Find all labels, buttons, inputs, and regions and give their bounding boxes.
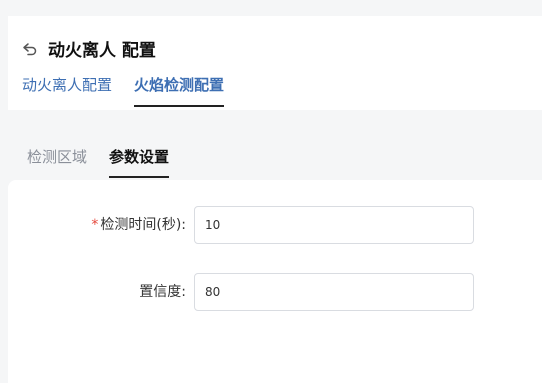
tab-fire-leave-config[interactable]: 动火离人配置 [22, 74, 112, 107]
page: 动火离人 配置 动火离人配置 火焰检测配置 检测区域 参数设置 * 检测时间(秒)… [0, 0, 542, 383]
detection-time-input[interactable]: 10 [194, 206, 474, 244]
undo-arrow-icon[interactable] [22, 41, 38, 57]
sub-tabs: 检测区域 参数设置 [27, 146, 191, 178]
settings-card: * 检测时间(秒): 10 置信度: 80 [8, 180, 542, 383]
header: 动火离人 配置 动火离人配置 火焰检测配置 [8, 16, 542, 110]
title-row: 动火离人 配置 [22, 36, 156, 61]
detection-time-label: * 检测时间(秒): [91, 206, 186, 244]
tab-flame-detection-config[interactable]: 火焰检测配置 [134, 74, 225, 107]
required-mark: * [91, 217, 99, 233]
form-row-confidence: 置信度: 80 [8, 273, 542, 311]
tab-detection-area[interactable]: 检测区域 [27, 146, 87, 178]
main-tabs: 动火离人配置 火焰检测配置 [22, 74, 246, 107]
page-title: 动火离人 配置 [48, 41, 156, 61]
confidence-input[interactable]: 80 [194, 273, 474, 311]
form-row-detection-time: * 检测时间(秒): 10 [8, 206, 542, 244]
tab-parameter-settings[interactable]: 参数设置 [109, 146, 170, 178]
confidence-label: 置信度: [139, 284, 186, 300]
detection-time-label-text: 检测时间(秒): [100, 217, 186, 233]
